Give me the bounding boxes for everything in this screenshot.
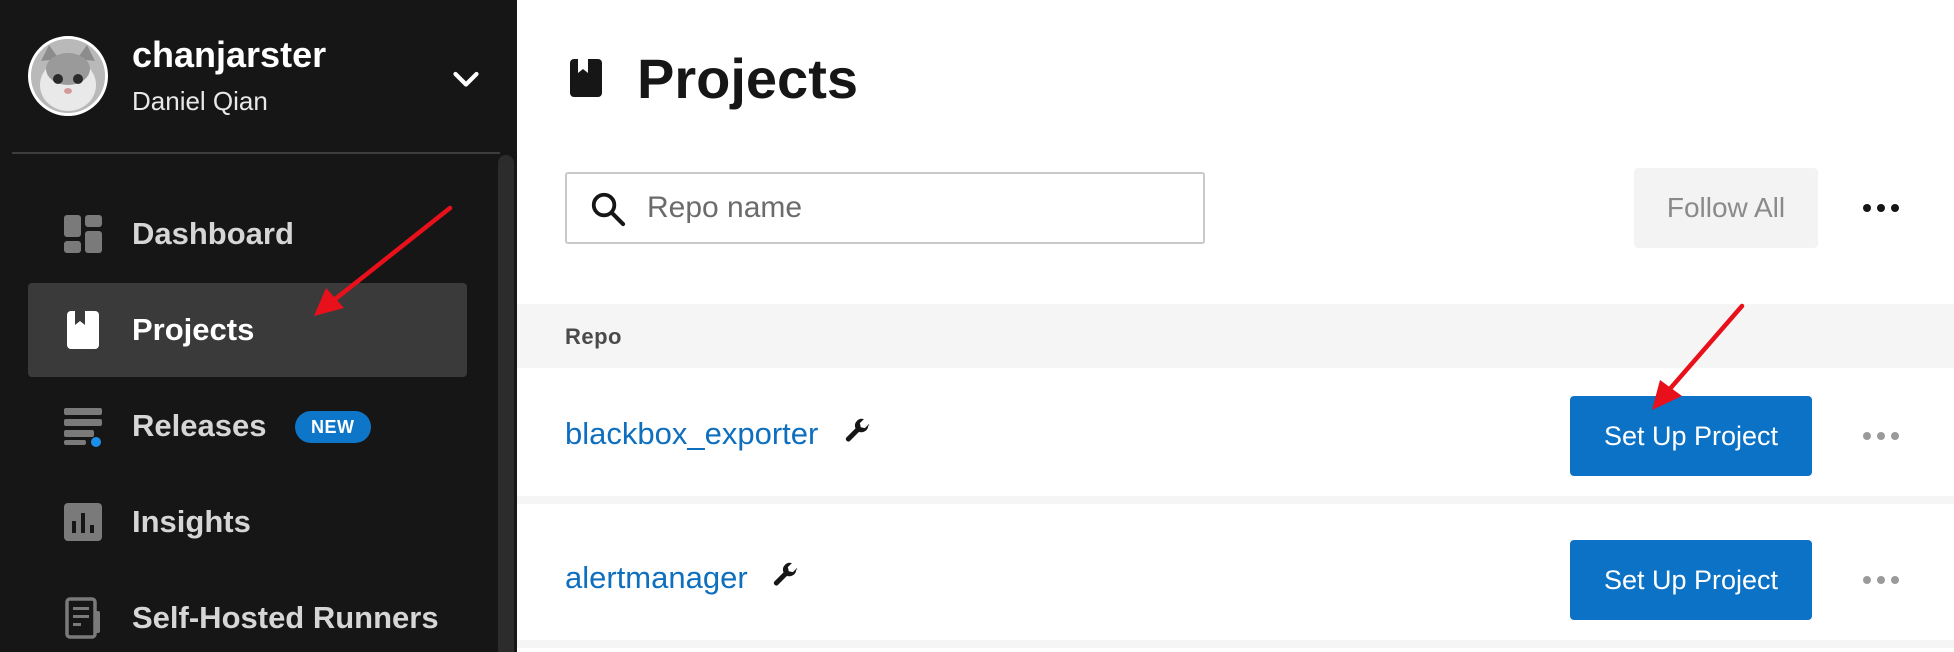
set-up-project-button[interactable]: Set Up Project xyxy=(1570,540,1812,620)
project-book-icon xyxy=(570,59,602,97)
column-header-repo: Repo xyxy=(565,324,622,349)
insights-chart-icon xyxy=(64,503,102,541)
new-badge: NEW xyxy=(295,411,371,443)
more-options-icon[interactable] xyxy=(1857,418,1905,454)
follow-all-button[interactable]: Follow All xyxy=(1634,168,1818,248)
sidebar-item-label: Insights xyxy=(132,504,251,539)
dashboard-icon xyxy=(64,215,102,253)
more-options-icon[interactable] xyxy=(1857,562,1905,598)
sidebar-item-projects[interactable]: Projects xyxy=(28,283,467,377)
chevron-down-icon[interactable] xyxy=(448,62,484,98)
wrench-icon xyxy=(845,418,870,442)
sidebar-item-label: Projects xyxy=(132,312,255,347)
sidebar-item-label: Dashboard xyxy=(132,216,294,251)
page-title: Projects xyxy=(637,47,858,110)
project-book-icon xyxy=(67,311,99,349)
repo-link[interactable]: blackbox_exporter xyxy=(565,416,818,452)
runner-doc-icon xyxy=(65,597,100,639)
more-options-icon[interactable] xyxy=(1857,190,1905,226)
sidebar-divider xyxy=(12,152,500,154)
search-input[interactable] xyxy=(647,184,1187,232)
repo-link[interactable]: alertmanager xyxy=(565,560,748,596)
full-name: Daniel Qian xyxy=(132,86,268,116)
username: chanjarster xyxy=(132,34,327,75)
sidebar-item-releases[interactable]: Releases NEW xyxy=(28,379,467,473)
main-content: Projects Follow All Repo blackbox_export… xyxy=(517,0,1954,652)
avatar-cat-image xyxy=(31,39,105,113)
sidebar-scrollbar[interactable] xyxy=(498,155,514,652)
search-field[interactable] xyxy=(565,172,1205,244)
table-header: Repo xyxy=(517,304,1954,368)
set-up-project-button[interactable]: Set Up Project xyxy=(1570,396,1812,476)
releases-icon xyxy=(64,408,102,447)
sidebar-item-dashboard[interactable]: Dashboard xyxy=(28,187,467,281)
table-row: alertmanager Set Up Project xyxy=(517,512,1954,648)
sidebar-item-self-hosted-runners[interactable]: Self-Hosted Runners xyxy=(28,571,467,652)
sidebar-item-label: Releases xyxy=(132,408,267,443)
search-icon xyxy=(591,192,626,227)
wrench-icon xyxy=(773,562,798,586)
sidebar-item-insights[interactable]: Insights xyxy=(28,475,467,569)
org-switcher[interactable]: chanjarster Daniel Qian xyxy=(28,34,498,120)
avatar xyxy=(28,36,108,116)
table-row: blackbox_exporter Set Up Project xyxy=(517,368,1954,504)
sidebar-item-label: Self-Hosted Runners xyxy=(132,600,439,635)
sidebar: chanjarster Daniel Qian Dashboard Projec… xyxy=(0,0,517,652)
